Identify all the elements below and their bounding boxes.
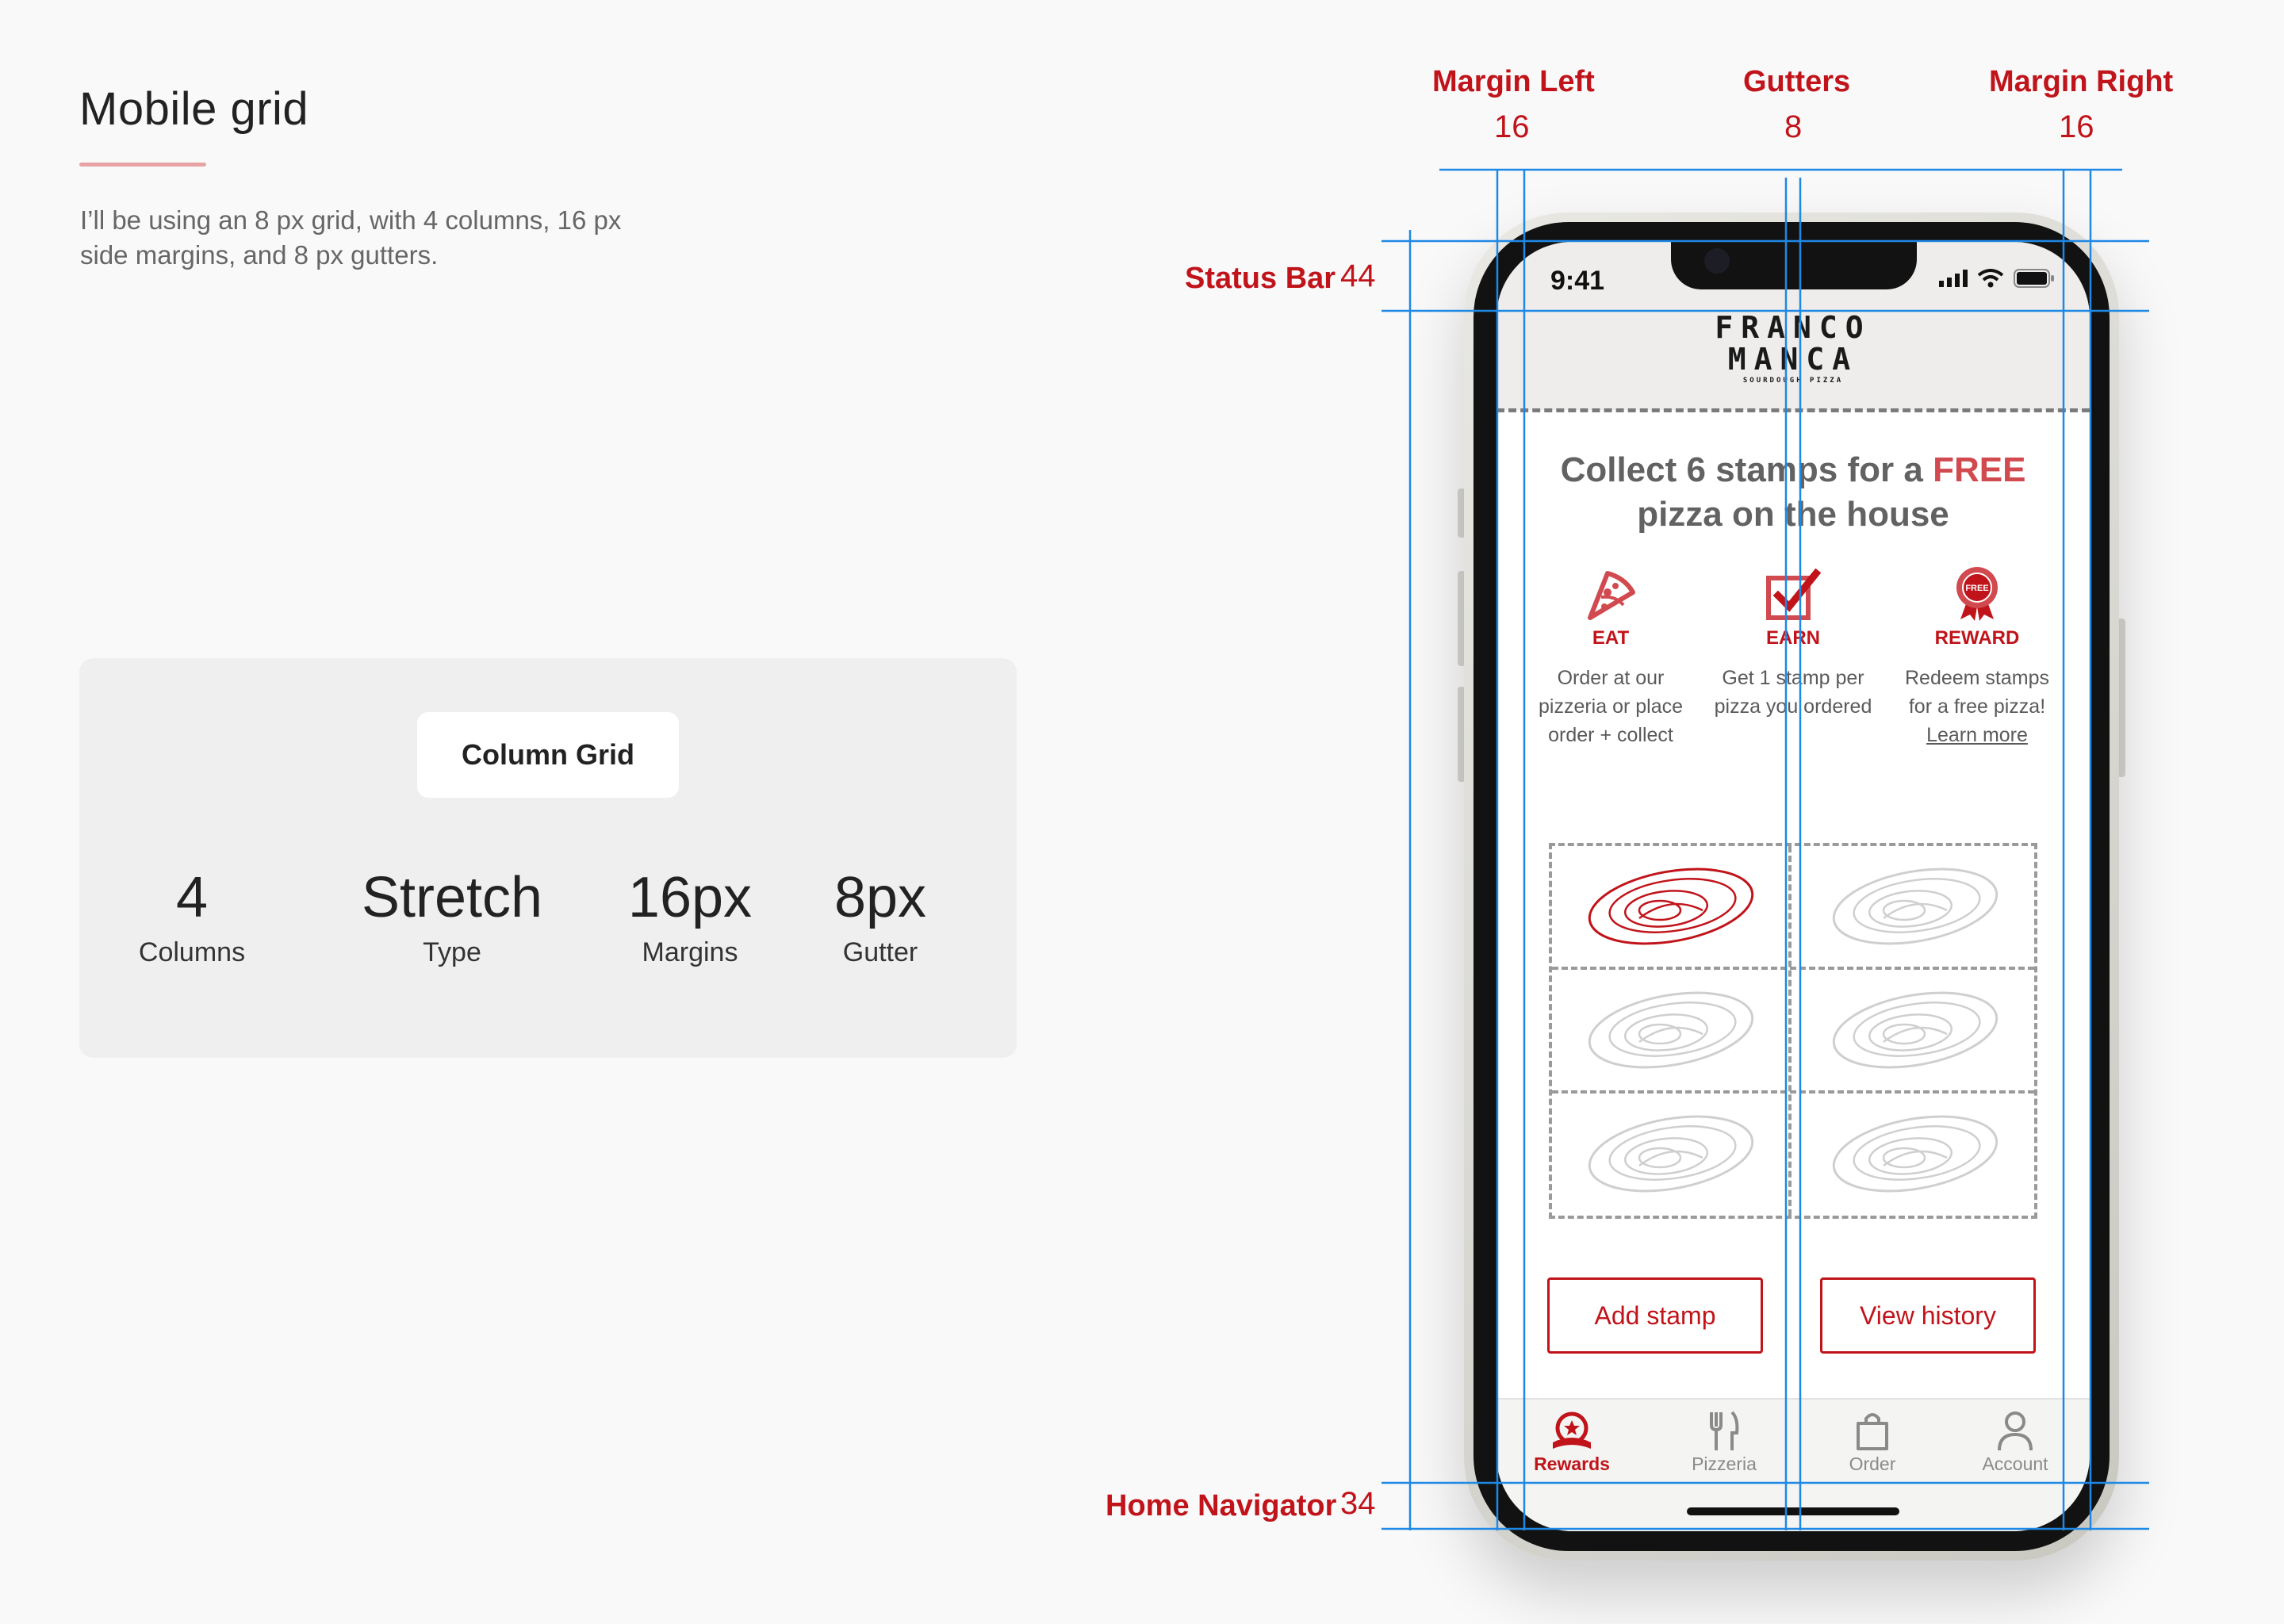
stat-value: 16px [627, 866, 753, 929]
step-label: EARN [1765, 627, 1820, 649]
free-badge-icon: FREE [1956, 567, 1998, 621]
step-label: EAT [1592, 627, 1630, 649]
stat-label: Type [423, 937, 481, 967]
wifi-icon [1977, 269, 2004, 288]
headline-free: FREE [1933, 450, 2026, 489]
pizza-stamp-icon [1832, 868, 1998, 945]
step-earn: EARN Get 1 stamp per pizza you ordered [1714, 559, 1872, 721]
stamp-slot-empty [1796, 1094, 2034, 1214]
tab-account[interactable]: Account [1944, 1409, 2087, 1475]
headline-part-1: Collect 6 stamps for a [1560, 450, 1933, 489]
rewards-headline: Collect 6 stamps for a FREE pizza on the… [1528, 448, 2058, 537]
stat-label: Gutter [842, 937, 918, 967]
checkbox-icon [1766, 569, 1821, 620]
annotation-status-bar-value: 44 [1340, 259, 1376, 293]
stamp-slot-filled [1552, 846, 1790, 967]
step-eat: EAT Order at our pizzeria or place order… [1531, 559, 1690, 749]
stamp-card [1549, 843, 2037, 1219]
pizza-stamp-icon [1832, 1115, 1998, 1193]
pizza-stamp-icon [1588, 991, 1754, 1069]
signal-icon [1939, 270, 1968, 287]
tab-label: Pizzeria [1692, 1454, 1757, 1474]
notch [1671, 242, 1917, 289]
step-description: Get 1 stamp per pizza you ordered [1714, 667, 1872, 718]
tab-pizzeria[interactable]: Pizzeria [1653, 1409, 1795, 1475]
pizza-slice-icon [1588, 571, 1635, 620]
step-description: Redeem stamps for a free pizza! Learn mor… [1898, 664, 2056, 749]
stamp-slot-empty [1796, 970, 2034, 1090]
annotation-margin-left-label: Margin Left [1432, 65, 1595, 98]
annotation-margin-right-label: Margin Right [1989, 65, 2174, 98]
stamp-slot-empty [1552, 1094, 1790, 1214]
learn-more-link[interactable]: Learn more [1926, 724, 2028, 746]
annotation-margin-right-value: 16 [2059, 109, 2094, 144]
add-stamp-button[interactable]: Add stamp [1547, 1277, 1763, 1354]
status-time: 9:41 [1550, 266, 1605, 296]
camera-icon [1704, 248, 1730, 274]
stat-label: Columns [138, 937, 246, 967]
annotation-home-navigator-value: 34 [1340, 1486, 1376, 1521]
tab-label: Rewards [1534, 1454, 1610, 1474]
annotation-margin-left-value: 16 [1494, 109, 1530, 144]
stat-columns: 4 Columns [128, 864, 255, 968]
column-grid-pill: Column Grid [417, 712, 679, 798]
annotation-gutters-value: 8 [1784, 109, 1803, 144]
logo-line-1: FRANCO [1715, 310, 1872, 345]
annotation-home-navigator-label: Home Navigator [1106, 1489, 1337, 1522]
stat-label: Margins [642, 937, 738, 967]
step-label: REWARD [1934, 627, 2020, 649]
logo-line-2: MANCA [1727, 342, 1859, 377]
step-description-text: Redeem stamps for a free pizza! [1904, 667, 2050, 718]
stat-value: Stretch [361, 866, 543, 929]
stamp-slot-empty [1552, 970, 1790, 1090]
brand-logo: FRANCO MANCA SOURDOUGH PIZZA [1496, 312, 2090, 385]
annotation-gutters-label: Gutters [1743, 65, 1851, 98]
intro-text: I’ll be using an 8 px grid, with 4 colum… [80, 205, 622, 270]
column-grid-card: Column Grid 4 Columns Stretch Type 16px … [79, 658, 1017, 1058]
header-divider [1496, 408, 2090, 412]
stamp-slot-empty [1796, 846, 2034, 967]
pizza-stamp-icon [1588, 868, 1754, 945]
account-icon [1998, 1411, 2033, 1451]
headline-part-2: pizza on the house [1637, 495, 1949, 534]
page-title: Mobile grid [79, 83, 309, 135]
header-area: 9:41 FRANCO MANCA SOURDOUGH PIZZA [1496, 242, 2090, 410]
stat-value: 4 [175, 866, 209, 929]
step-description: Order at our pizzeria or place order + c… [1538, 667, 1684, 746]
stat-margins: 16px Margins [611, 864, 769, 968]
pizza-stamp-icon [1832, 991, 1998, 1069]
badge-text: FREE [1965, 584, 1988, 593]
tab-order[interactable]: Order [1801, 1409, 1944, 1475]
tab-label: Account [1982, 1454, 2048, 1474]
annotation-status-bar-label: Status Bar [1185, 262, 1336, 295]
stat-type: Stretch Type [341, 864, 563, 968]
view-history-button[interactable]: View history [1820, 1277, 2036, 1354]
step-reward: FREE REWARD Redeem stamps for a free piz… [1898, 559, 2056, 749]
phone-screen: 9:41 FRANCO MANCA SOURDOUGH PIZZA Collec… [1496, 242, 2090, 1531]
home-indicator [1687, 1507, 1899, 1515]
status-icons [1939, 269, 2055, 288]
tab-rewards[interactable]: Rewards [1500, 1409, 1643, 1475]
title-underline [79, 163, 206, 167]
shopping-bag-icon [1857, 1413, 1888, 1450]
pizza-stamp-icon [1588, 1115, 1754, 1193]
rewards-icon [1553, 1411, 1591, 1449]
stat-value: 8px [834, 866, 927, 929]
fork-knife-icon [1710, 1411, 1739, 1450]
logo-line-3: SOURDOUGH PIZZA [1742, 377, 1844, 385]
tab-label: Order [1849, 1454, 1896, 1474]
stat-gutter: 8px Gutter [809, 864, 952, 968]
battery-icon [2014, 269, 2054, 288]
